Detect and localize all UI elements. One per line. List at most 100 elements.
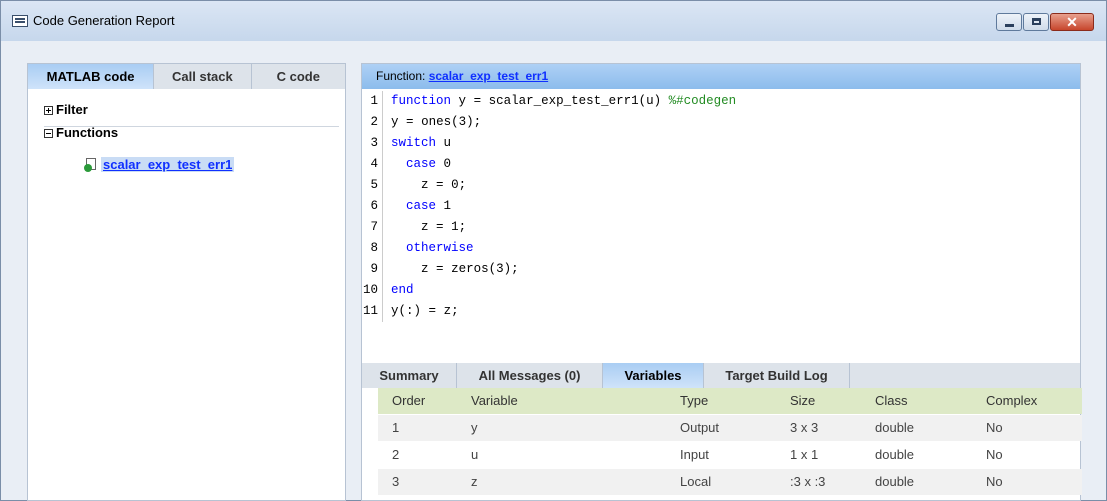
line-number: 1	[370, 94, 378, 108]
tab-summary[interactable]: Summary	[362, 363, 457, 388]
table-row[interactable]: 3 z Local :3 x :3 double No	[378, 469, 1082, 495]
cell-class: double	[875, 420, 915, 435]
gutter-divider	[382, 196, 383, 217]
col-type[interactable]: Type	[680, 388, 708, 414]
code-text: z = 1;	[421, 220, 467, 234]
left-panel: MATLAB code Call stack C code Filter Fun…	[27, 63, 346, 501]
line-number: 11	[362, 304, 378, 318]
cell-size: 1 x 1	[790, 447, 819, 462]
minimize-button[interactable]	[996, 13, 1022, 31]
function-header-prefix: Function:	[376, 69, 426, 83]
gutter-divider	[382, 280, 383, 301]
title-bar: Code Generation Report ✕	[1, 1, 1106, 41]
right-panel: Function: scalar_exp_test_err1 1 function…	[361, 63, 1082, 501]
col-complex[interactable]: Complex	[986, 388, 1037, 414]
code-line: 10 end	[362, 280, 414, 301]
code-text: switch u	[391, 136, 452, 150]
col-class[interactable]: Class	[875, 388, 908, 414]
col-variable[interactable]: Variable	[471, 388, 518, 414]
cell-type: Output	[680, 420, 720, 435]
function-list-item[interactable]: scalar_exp_test_err1	[84, 157, 235, 173]
code-line: 5 z = 0;	[362, 175, 466, 196]
code-text: end	[391, 283, 414, 297]
code-line: 8 otherwise	[362, 238, 474, 259]
cell-order: 3	[392, 474, 400, 489]
filter-node[interactable]: Filter	[44, 99, 345, 121]
cell-variable: z	[471, 474, 478, 489]
tab-call-stack[interactable]: Call stack	[154, 64, 252, 89]
function-file-check-icon	[84, 158, 98, 172]
filter-label: Filter	[56, 102, 88, 117]
code-view[interactable]: 1 function y = scalar_exp_test_err1(u) %#…	[362, 91, 1080, 351]
code-text: y = ones(3);	[391, 115, 482, 129]
tab-all-messages[interactable]: All Messages (0)	[457, 363, 603, 388]
cell-complex: No	[986, 447, 1003, 462]
code-line: 9 z = zeros(3);	[362, 259, 519, 280]
functions-node[interactable]: Functions	[44, 122, 345, 144]
cell-class: double	[875, 447, 915, 462]
table-header-row: Order Variable Type Size Class Complex	[378, 388, 1082, 414]
function-header: Function: scalar_exp_test_err1	[362, 64, 1080, 89]
gutter-divider	[382, 217, 383, 238]
code-line: 3 switch u	[362, 133, 451, 154]
tab-c-code[interactable]: C code	[252, 64, 345, 89]
col-order[interactable]: Order	[392, 388, 425, 414]
collapse-icon[interactable]	[44, 129, 53, 138]
line-number: 10	[362, 283, 378, 297]
functions-label: Functions	[56, 125, 119, 140]
function-link[interactable]: scalar_exp_test_err1	[101, 157, 235, 172]
window-title: Code Generation Report	[33, 13, 175, 28]
gutter-divider	[382, 91, 383, 112]
gutter-divider	[382, 154, 383, 175]
maximize-button[interactable]	[1023, 13, 1049, 31]
cell-order: 2	[392, 447, 400, 462]
left-tab-bar: MATLAB code Call stack C code	[28, 64, 345, 89]
cell-type: Input	[680, 447, 709, 462]
code-line: 11 y(:) = z;	[362, 301, 459, 322]
line-number: 4	[370, 157, 378, 171]
code-text: function y = scalar_exp_test_err1(u) %#c…	[391, 94, 737, 108]
code-text: case 1	[406, 199, 452, 213]
cell-variable: u	[471, 447, 479, 462]
cell-variable: y	[471, 420, 478, 435]
gutter-divider	[382, 133, 383, 154]
cell-complex: No	[986, 474, 1003, 489]
close-icon: ✕	[1066, 14, 1078, 30]
line-number: 7	[370, 220, 378, 234]
expand-icon[interactable]	[44, 106, 53, 115]
table-row[interactable]: 1 y Output 3 x 3 double No	[378, 415, 1082, 441]
gutter-divider	[382, 259, 383, 280]
code-text: case 0	[406, 157, 452, 171]
line-number: 3	[370, 136, 378, 150]
tab-matlab-code[interactable]: MATLAB code	[28, 64, 155, 89]
code-line: 4 case 0	[362, 154, 451, 175]
bottom-tab-bar: Summary All Messages (0) Variables Targe…	[362, 363, 1080, 388]
cell-type: Local	[680, 474, 712, 489]
code-text: y(:) = z;	[391, 304, 459, 318]
gutter-divider	[382, 112, 383, 133]
function-header-link[interactable]: scalar_exp_test_err1	[429, 69, 548, 83]
tab-variables[interactable]: Variables	[603, 363, 704, 388]
cell-size: :3 x :3	[790, 474, 826, 489]
gutter-divider	[382, 301, 383, 322]
line-number: 9	[370, 262, 378, 276]
table-row[interactable]: 2 u Input 1 x 1 double No	[378, 442, 1082, 468]
tab-target-build-log[interactable]: Target Build Log	[704, 363, 850, 388]
line-number: 2	[370, 115, 378, 129]
col-size[interactable]: Size	[790, 388, 815, 414]
cell-order: 1	[392, 420, 400, 435]
line-number: 5	[370, 178, 378, 192]
function-tree: Filter Functions	[28, 89, 345, 144]
code-text: z = zeros(3);	[421, 262, 519, 276]
code-text: otherwise	[406, 241, 474, 255]
code-line: 6 case 1	[362, 196, 451, 217]
line-number: 6	[370, 199, 378, 213]
code-line: 7 z = 1;	[362, 217, 466, 238]
line-number: 8	[370, 241, 378, 255]
window-controls: ✕	[995, 13, 1094, 31]
code-text: z = 0;	[421, 178, 467, 192]
close-button[interactable]: ✕	[1050, 13, 1094, 31]
app-icon	[12, 15, 28, 27]
code-line: 2 y = ones(3);	[362, 112, 481, 133]
cell-size: 3 x 3	[790, 420, 819, 435]
